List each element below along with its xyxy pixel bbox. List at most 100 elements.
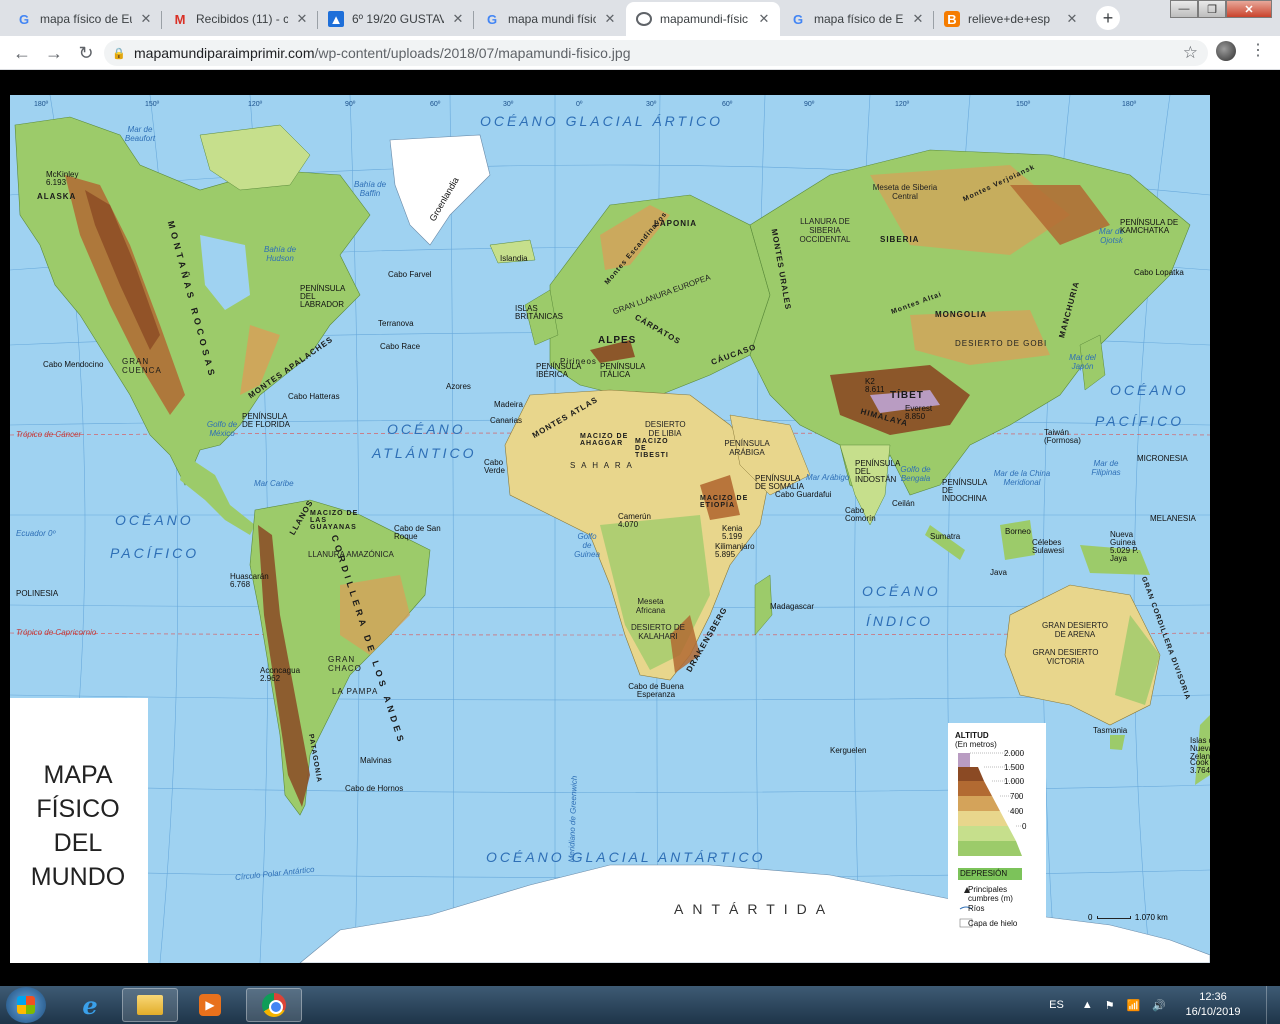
reload-button[interactable]: ↻: [74, 41, 98, 65]
map-label: TÍBET: [890, 390, 924, 401]
globe-icon: [636, 12, 652, 26]
map-label: SIBERIA: [880, 235, 920, 244]
folder-icon: [137, 995, 163, 1015]
map-label: Madagascar: [770, 602, 815, 611]
map-label: MACIZO DE TIBESTI: [635, 438, 669, 459]
clock-date: 16/10/2019: [1185, 1006, 1241, 1018]
map-label: MELANESIA: [1150, 514, 1196, 523]
action-center-flag-icon[interactable]: ⚑: [1105, 999, 1115, 1012]
lock-icon[interactable]: 🔒: [104, 47, 134, 60]
window-controls: — ❐ ✕: [1170, 0, 1272, 18]
new-tab-button[interactable]: +: [1096, 6, 1120, 30]
address-bar[interactable]: 🔒 mapamundiparaimprimir.com/wp-content/u…: [104, 40, 1208, 66]
map-label: Camerún 4.070: [618, 512, 651, 529]
tab-3[interactable]: G mapa mundi físic ✕: [474, 2, 626, 36]
map-label: GRAN DESIERTO DE ARENA: [1042, 621, 1108, 639]
coord-top: 60º: [722, 101, 733, 108]
antarctica-label: ANTÁRTIDA: [674, 901, 835, 917]
map-title-box: MAPA FÍSICO DEL MUNDO: [10, 698, 148, 963]
map-label: DESIERTO DE LIBIA: [645, 420, 686, 438]
map-label: LA PAMPA: [332, 687, 379, 696]
legend-band: [958, 767, 984, 781]
map-title-line: MUNDO: [30, 863, 126, 891]
close-icon[interactable]: ✕: [756, 11, 772, 27]
coord-top: 0º: [576, 101, 583, 108]
taskbar-chrome-button[interactable]: [246, 988, 302, 1022]
legend-band: [958, 796, 1000, 811]
profile-avatar[interactable]: [1216, 41, 1236, 61]
map-label: Cabo Guardafui: [775, 490, 832, 499]
url-host: mapamundiparaimprimir.com: [134, 45, 315, 61]
tray-arrow-icon[interactable]: ▲: [1082, 999, 1093, 1011]
close-icon[interactable]: ✕: [294, 11, 310, 27]
map-label: DESIERTO DE KALAHARI: [631, 623, 685, 641]
ocean-label-pacific-w: OCÉANO: [115, 512, 194, 528]
map-label: Ceilán: [892, 499, 915, 508]
clock[interactable]: 12:36 16/10/2019: [1178, 990, 1248, 1020]
map-label: PENÍNSULA DEL LABRADOR: [300, 284, 345, 309]
google-icon: G: [792, 11, 804, 27]
tab-title: mapa físico de Eu: [40, 12, 132, 26]
map-label: LLANURA AMAZÓNICA: [308, 550, 394, 559]
forward-button[interactable]: →: [42, 41, 66, 65]
taskbar-explorer-button[interactable]: [122, 988, 178, 1022]
map-title-line: FÍSICO: [36, 795, 120, 823]
close-icon[interactable]: ✕: [450, 11, 466, 27]
tab-1[interactable]: M Recibidos (11) - c ✕: [162, 2, 318, 36]
map-label: Canarias: [490, 416, 523, 425]
coord-top: 120º: [248, 101, 263, 108]
tab-title: mapamundi-físic: [660, 12, 749, 26]
coord-top: 180º: [1122, 101, 1137, 108]
map-label: Kenia 5.199: [722, 524, 743, 541]
tab-2[interactable]: ▲ 6º 19/20 GUSTAV ✕: [318, 2, 474, 36]
tab-title: Recibidos (11) - c: [196, 12, 288, 26]
map-label: MACIZO DE LAS GUAYANAS: [310, 510, 359, 531]
map-label: POLINESIA: [16, 589, 59, 598]
map-label: Tasmania: [1093, 726, 1128, 735]
network-signal-icon[interactable]: 📶: [1127, 999, 1141, 1012]
media-player-icon: ▶: [199, 994, 221, 1016]
map-label: Mar Caribe: [254, 479, 294, 488]
close-icon[interactable]: ✕: [138, 11, 154, 27]
map-label: PENÍNSULA DE FLORIDA: [242, 412, 291, 429]
map-label: S A H A R A: [570, 461, 634, 470]
ocean-label-pacific-w: PACÍFICO: [110, 545, 200, 561]
coord-top: 30º: [646, 101, 657, 108]
map-label: Azores: [446, 382, 471, 391]
close-icon[interactable]: ✕: [1064, 11, 1080, 27]
legend-level: 0: [1022, 822, 1027, 831]
map-label: GRAN CHACO: [328, 655, 362, 673]
legend-depression: DEPRESIÓN: [958, 868, 1022, 880]
map-label: Borneo: [1005, 527, 1031, 536]
start-button[interactable]: [6, 987, 46, 1023]
bookmark-star-icon[interactable]: ☆: [1183, 43, 1198, 63]
map-label: ALPES: [598, 335, 637, 346]
tab-0[interactable]: G mapa físico de Eu ✕: [6, 2, 162, 36]
back-button[interactable]: ←: [10, 41, 34, 65]
tab-6[interactable]: B relieve+de+esp ✕: [934, 2, 1088, 36]
close-icon[interactable]: ✕: [602, 11, 618, 27]
borneo-island: [1000, 520, 1035, 560]
coord-top: 180º: [34, 101, 49, 108]
taskbar-ie-button[interactable]: e: [62, 988, 118, 1022]
language-indicator[interactable]: ES: [1049, 999, 1064, 1011]
map-label: GRAN DESIERTO VICTORIA: [1032, 648, 1099, 666]
volume-icon[interactable]: 🔊: [1152, 999, 1166, 1012]
tab-5[interactable]: G mapa físico de Eu ✕: [780, 2, 934, 36]
show-desktop-button[interactable]: [1266, 986, 1280, 1024]
browser-toolbar: ← → ↻ 🔒 mapamundiparaimprimir.com/wp-con…: [0, 36, 1280, 70]
legend-level: 400: [1010, 807, 1024, 816]
close-icon[interactable]: ✕: [910, 11, 926, 27]
taskbar-media-button[interactable]: ▶: [182, 988, 238, 1022]
legend-band: [958, 826, 1016, 841]
maximize-button[interactable]: ❐: [1198, 0, 1226, 18]
tab-4-active[interactable]: mapamundi-físic ✕: [626, 2, 780, 36]
map-label: PENÍNSULA DE INDOCHINA: [942, 478, 987, 503]
map-label: Mar del Japón: [1069, 353, 1096, 371]
window-close-button[interactable]: ✕: [1226, 0, 1272, 18]
coord-top: 90º: [345, 101, 356, 108]
minimize-button[interactable]: —: [1170, 0, 1198, 18]
map-label: Golfo de México: [206, 420, 238, 438]
menu-dots-icon[interactable]: ⋮: [1250, 40, 1266, 62]
scale-value: 1.070 km: [1134, 913, 1168, 922]
